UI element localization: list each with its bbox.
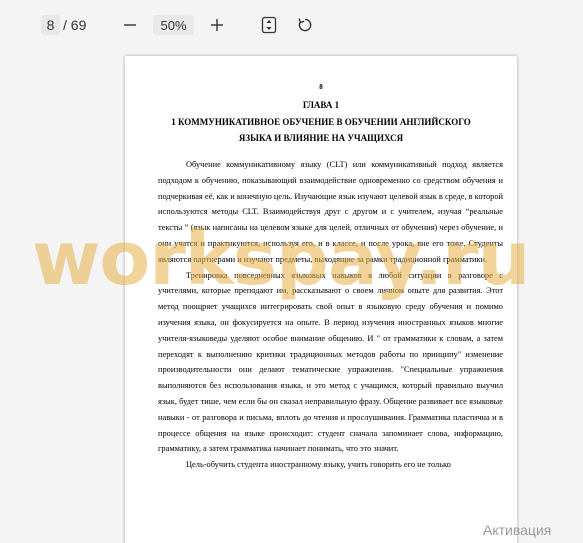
chapter-title-line-2: ЯЗЫКА И ВЛИЯНИЕ НА УЧАЩИХСЯ [238, 133, 404, 143]
page-count: / 69 [63, 17, 87, 33]
zoom-in-button[interactable] [207, 15, 227, 35]
paragraph: Обучение коммуникативному языку (CLT) ил… [158, 160, 503, 264]
document-page: 8 ГЛАВА 1 1 КОММУНИКАТИВНОЕ ОБУЧЕНИЕ В О… [125, 56, 517, 543]
fit-page-button[interactable] [259, 15, 279, 35]
page-number-input[interactable]: 8 [41, 15, 60, 35]
page-number: 8 [319, 83, 323, 91]
paragraph: Цель-обучить студента иностранному языку… [186, 460, 451, 470]
rotate-icon [298, 18, 312, 32]
body-text: Обучение коммуникативному языку (CLT) ил… [158, 157, 503, 473]
chapter-heading: ГЛАВА 1 [302, 100, 340, 110]
fit-page-icon [261, 16, 277, 34]
minus-icon [124, 24, 136, 26]
plus-icon [211, 19, 223, 31]
zoom-out-button[interactable] [120, 15, 140, 35]
chapter-title-line-1: 1 КОММУНИКАТИВНОЕ ОБУЧЕНИЕ В ОБУЧЕНИИ АН… [171, 117, 471, 127]
zoom-level[interactable]: 50% [153, 15, 194, 35]
rotate-button[interactable] [295, 15, 315, 35]
document-viewer[interactable]: 8 ГЛАВА 1 1 КОММУНИКАТИВНОЕ ОБУЧЕНИЕ В О… [0, 52, 583, 543]
paragraph: Тренировка повседневных языковых навыков… [158, 270, 503, 454]
pdf-toolbar: 8 / 69 50% [0, 0, 583, 52]
